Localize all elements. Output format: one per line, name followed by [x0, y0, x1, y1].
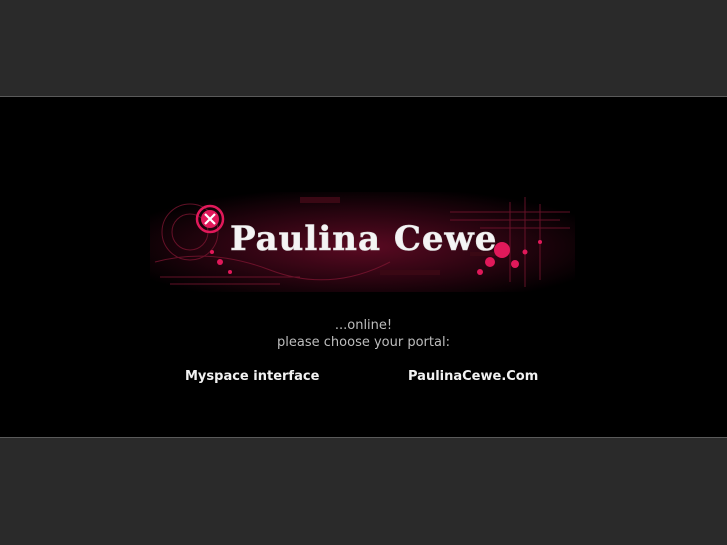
myspace-interface-link[interactable]: Myspace interface	[185, 369, 319, 384]
choose-portal-text: please choose your portal:	[277, 335, 450, 350]
logo-text: Paulina Cewe	[230, 219, 497, 259]
site-logo-banner: Paulina Cewe	[150, 192, 575, 292]
splash-band: Paulina Cewe ...online! please choose yo…	[0, 96, 727, 438]
paulinacewe-com-link[interactable]: PaulinaCewe.Com	[408, 369, 538, 384]
online-status-text: ...online!	[334, 318, 393, 333]
